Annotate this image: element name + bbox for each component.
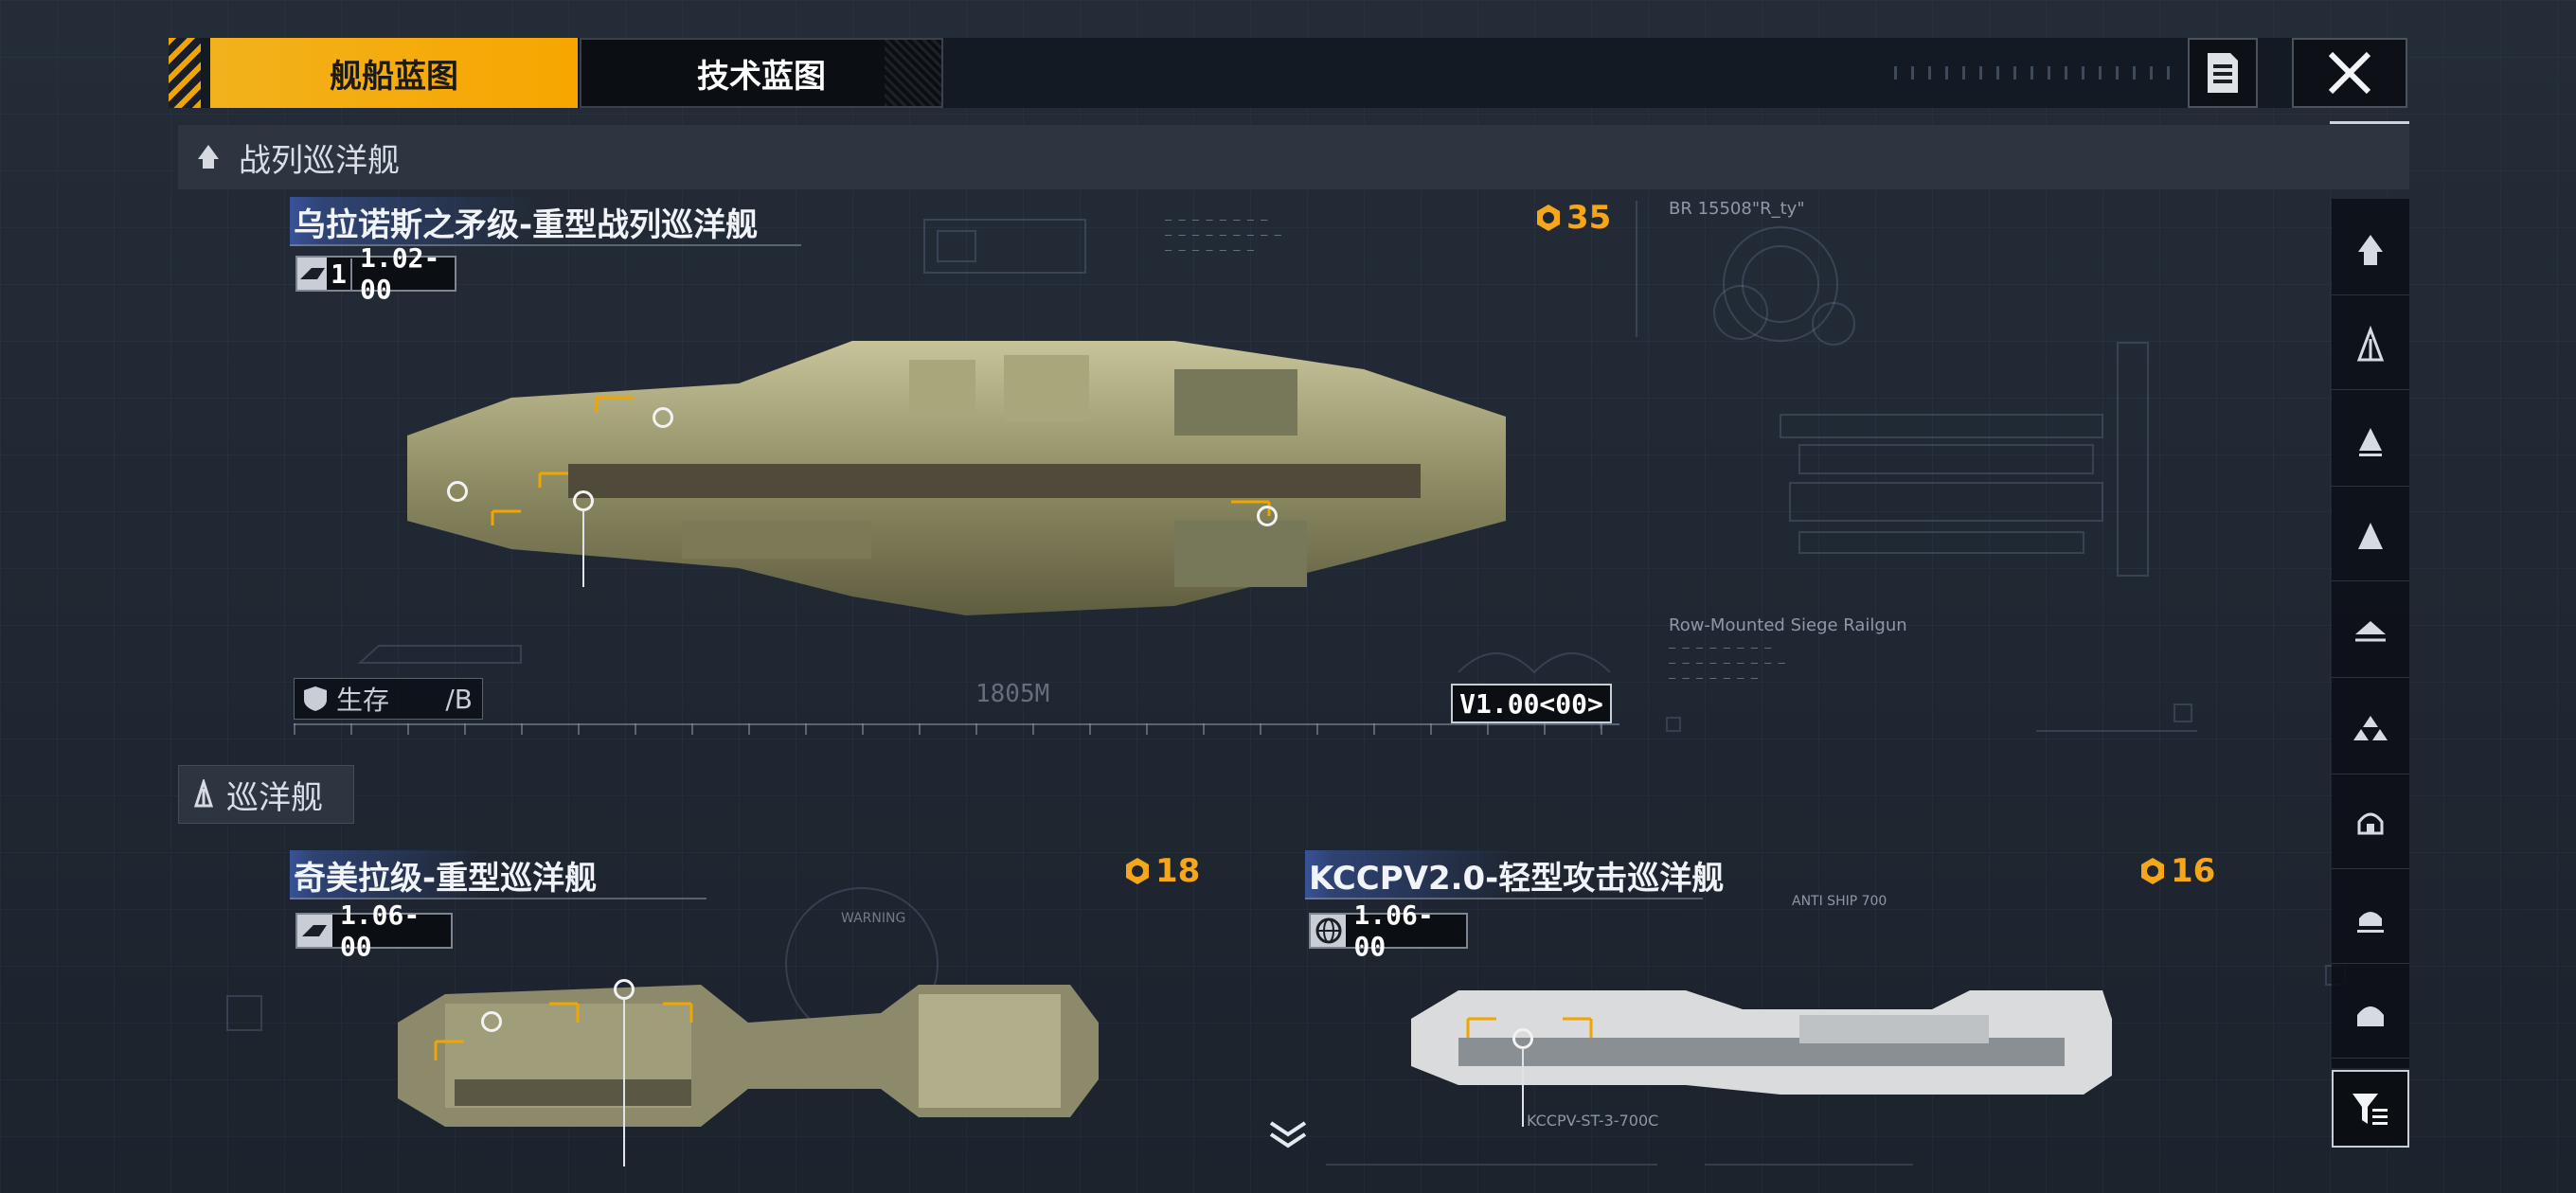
section-header-cruiser: 巡洋舰 [178,765,354,824]
top-divider [2330,121,2409,124]
ship-image-chimera[interactable] [388,966,1108,1136]
cost-icon [2141,858,2164,884]
close-icon [2328,51,2371,95]
shield-icon [304,686,327,711]
weapon-label: Row-Mounted Siege Railgun [1669,615,1907,635]
hotspot-turret-3[interactable] [573,490,594,511]
ship-length: 1805M [975,680,1050,708]
cost-value: 16 [2171,852,2216,890]
cruiser-class-icon [2359,427,2382,456]
faction-icon [297,258,328,290]
version-badge-kccpv: 1.06-00 [1309,899,1468,962]
hotspot-leader [1522,1049,1524,1127]
tab-bar-accent [169,38,201,108]
cost-icon [1537,205,1560,231]
hotspot-leader [623,1000,625,1166]
cost-uranus: 35 [1534,199,1611,237]
filter-fighter[interactable] [2332,968,2409,1059]
blueprint-note: — — — — — — — — — — — — — — — — — — — — — … [1165,213,1281,257]
ship-image-kccpv[interactable] [1402,981,2121,1104]
cost-kccpv: 16 [2138,852,2215,890]
model-version: V1.00<00> [1451,684,1612,723]
close-button[interactable] [2292,38,2407,108]
section-header-battlecruiser: 战列巡洋舰 [178,125,2409,189]
document-icon [2208,53,2238,93]
tab-ship-blueprint[interactable]: 舰船蓝图 [210,38,578,108]
filter-icon [2352,1094,2388,1125]
hotspot-chimera-2[interactable] [614,979,635,1000]
filter-corvette[interactable] [2332,873,2409,964]
hotspot-kccpv-1[interactable] [1512,1028,1533,1049]
fighter-class-icon [2357,1006,2384,1026]
length-ruler [294,723,1619,735]
survival-label: 生存 [336,685,390,716]
filter-destroyer[interactable] [2332,490,2409,581]
faction-icon [297,915,332,947]
decor-ticks [1894,66,2178,80]
filter-battleship[interactable] [2332,205,2409,295]
survival-stat: 生存 /B [294,678,483,720]
survival-value: /B [445,683,473,715]
version-number: 1.02-00 [360,242,440,305]
carrier-class-icon [2355,620,2386,641]
ship-name-uranus[interactable]: 乌拉诺斯之矛级-重型战列巡洋舰 [290,197,896,246]
document-button[interactable] [2188,38,2258,108]
blueprint-code-label: BR 15508"R_ty" [1669,199,1805,219]
filter-cruiser[interactable] [2332,396,2409,487]
hotspot-leader [582,511,584,587]
cost-chimera: 18 [1123,852,1200,890]
cruiser-class-icon [193,779,214,808]
tab-tech-blueprint[interactable]: 技术蓝图 [580,38,943,108]
filter-frigate[interactable] [2332,684,2409,775]
hotspot-turret-1[interactable] [653,407,673,428]
cost-icon [1126,858,1149,884]
version-number: 1.06-00 [1353,899,1434,962]
battlecruiser-class-icon [198,145,219,169]
chevron-down-icon[interactable] [1265,1117,1311,1151]
version-badge-uranus: 1 1.02-00 [295,242,456,305]
hotspot-turret-4[interactable] [1257,506,1278,526]
section-title-cruiser: 巡洋舰 [226,778,323,817]
section-title-battlecruiser: 战列巡洋舰 [239,141,400,180]
version-prefix: 1 [327,258,353,290]
filter-battlecruiser[interactable] [2332,299,2409,390]
globe-icon [1311,915,1347,947]
warning-label: WARNING [841,911,906,926]
version-number: 1.06-00 [339,899,420,962]
cost-value: 18 [1155,852,1201,890]
frigate-class-icon [2353,715,2388,740]
weapon-note: — — — — — — — — — — — — — — — — — — — — — … [1669,641,1785,685]
battleship-class-icon [2358,234,2383,265]
hotspot-chimera-1[interactable] [481,1011,502,1032]
filter-auxiliary[interactable] [2332,778,2409,869]
hotspot-turret-2[interactable] [447,481,468,502]
corvette-class-icon [2357,911,2384,933]
battlecruiser-class-icon [2356,325,2385,361]
ship-name-kccpv[interactable]: KCCPV2.0-轻型攻击巡洋舰 [1305,850,1835,899]
filter-button[interactable] [2332,1070,2409,1148]
auxiliary-class-icon [2357,812,2384,834]
version-badge-chimera: 1.06-00 [295,899,453,962]
destroyer-class-icon [2358,522,2383,549]
kccpv-code-label: KCCPV-ST-3-700C [1527,1112,1659,1130]
ship-name-chimera[interactable]: 奇美拉级-重型巡洋舰 [290,850,782,899]
filter-carrier[interactable] [2332,587,2409,678]
cost-value: 35 [1566,199,1612,237]
ship-image-uranus[interactable] [398,331,1515,634]
